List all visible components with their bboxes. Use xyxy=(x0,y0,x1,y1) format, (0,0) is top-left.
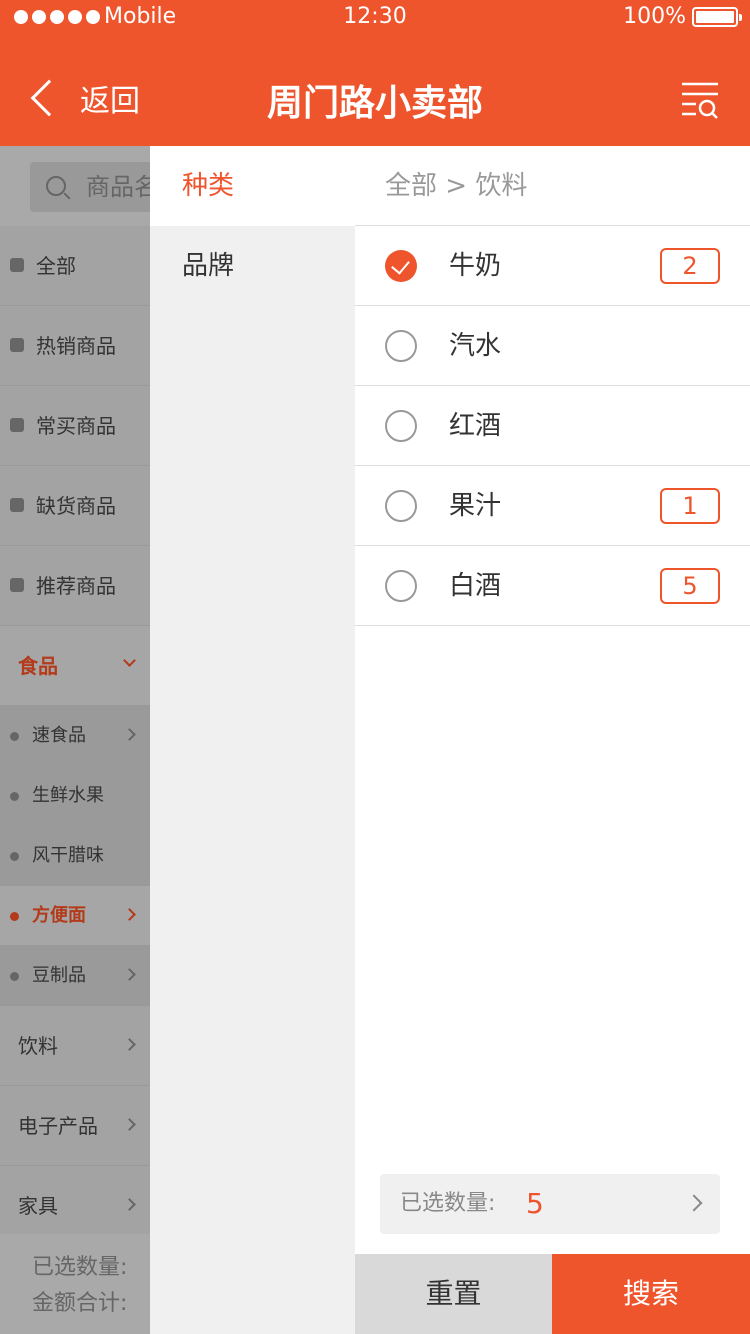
grid-icon xyxy=(10,258,24,272)
selected-count-label: 已选数量: xyxy=(32,1255,128,1280)
sidebar-item-label: 常买商品 xyxy=(36,414,116,438)
sidebar-item-label: 推荐商品 xyxy=(36,574,116,598)
search-button[interactable]: 搜索 xyxy=(552,1254,750,1334)
sidebar-group-food: 食品 xyxy=(0,626,150,706)
option-label: 白酒 xyxy=(449,571,502,601)
option-label: 汽水 xyxy=(449,331,502,361)
selected-count-value: 5 xyxy=(526,1187,544,1220)
sidebar-subitem: 生鲜水果 xyxy=(0,766,150,826)
chevron-right-icon xyxy=(123,968,136,981)
sidebar-item-electronics: 电子产品 xyxy=(0,1086,150,1166)
sidebar-item-frequent: 常买商品 xyxy=(0,386,150,466)
flame-icon xyxy=(10,338,24,352)
unchecked-circle-icon[interactable] xyxy=(385,570,417,602)
sidebar-item-label: 家具 xyxy=(18,1194,58,1218)
sidebar-item-label: 热销商品 xyxy=(36,334,116,358)
quantity-badge: 5 xyxy=(660,568,720,604)
battery-icon xyxy=(692,6,742,27)
unchecked-circle-icon[interactable] xyxy=(385,490,417,522)
battery-percent: 100% xyxy=(623,4,686,29)
checked-circle-icon[interactable] xyxy=(385,250,417,282)
option-milk[interactable]: 牛奶 2 xyxy=(355,226,750,306)
chevron-right-icon xyxy=(123,728,136,741)
selected-count-label: 已选数量: xyxy=(400,1191,496,1216)
bullet-icon xyxy=(10,972,19,981)
sidebar-item-label: 饮料 xyxy=(18,1034,58,1058)
filter-drawer: 种类 品牌 全部 > 饮料 牛奶 2 汽水 红酒 果汁 1 白酒 5 已选数量: xyxy=(150,146,750,1334)
sidebar-item-drinks: 饮料 xyxy=(0,1006,150,1086)
option-red-wine[interactable]: 红酒 xyxy=(355,386,750,466)
unchecked-circle-icon[interactable] xyxy=(385,330,417,362)
sidebar-subitem: 豆制品 xyxy=(0,946,150,1006)
tab-brand[interactable]: 品牌 xyxy=(150,226,355,306)
filter-tabs: 种类 品牌 xyxy=(150,146,355,1334)
search-input: 商品名 xyxy=(30,162,150,212)
filter-search-icon[interactable] xyxy=(680,80,720,120)
sidebar-subitem-active: 方便面 xyxy=(0,886,150,946)
option-soda[interactable]: 汽水 xyxy=(355,306,750,386)
sidebar-item-out-of-stock: 缺货商品 xyxy=(0,466,150,546)
chevron-right-icon xyxy=(123,1198,136,1211)
unchecked-circle-icon[interactable] xyxy=(385,410,417,442)
chevron-down-icon xyxy=(123,654,136,667)
search-placeholder: 商品名 xyxy=(86,173,150,201)
navigation-bar: 返回 周门路小卖部 xyxy=(0,50,750,146)
chevron-right-icon xyxy=(123,908,136,921)
chevron-right-icon xyxy=(685,1194,703,1212)
filter-options-panel: 全部 > 饮料 牛奶 2 汽水 红酒 果汁 1 白酒 5 已选数量: 5 xyxy=(355,146,750,1334)
status-bar: Mobile 12:30 100% xyxy=(0,0,750,36)
tab-category[interactable]: 种类 xyxy=(150,146,355,226)
sidebar-group-label: 食品 xyxy=(18,654,58,678)
sidebar-item-all: 全部 xyxy=(0,226,150,306)
sidebar-subitem-label: 方便面 xyxy=(32,905,86,926)
option-label: 果汁 xyxy=(449,491,502,521)
reset-button[interactable]: 重置 xyxy=(355,1254,552,1334)
sidebar-subitem: 风干腊味 xyxy=(0,826,150,886)
selected-summary-button[interactable]: 已选数量: 5 xyxy=(380,1174,720,1234)
sidebar-subitem-label: 生鲜水果 xyxy=(32,785,104,806)
sidebar-item-label: 全部 xyxy=(36,254,76,278)
sidebar-item-label: 缺货商品 xyxy=(36,494,116,518)
option-juice[interactable]: 果汁 1 xyxy=(355,466,750,546)
box-icon xyxy=(10,498,24,512)
bullet-icon xyxy=(10,792,19,801)
chevron-right-icon xyxy=(123,1038,136,1051)
bullet-icon xyxy=(10,732,19,741)
sidebar-subitem-label: 豆制品 xyxy=(32,965,86,986)
option-label: 红酒 xyxy=(449,411,502,441)
background-overlay[interactable]: 商品名 全部 热销商品 常买商品 缺货商品 推荐商品 食品 速食品 生鲜水果 风… xyxy=(0,146,150,1334)
sidebar-item-recommended: 推荐商品 xyxy=(0,546,150,626)
breadcrumb: 全部 > 饮料 xyxy=(355,146,750,226)
total-amount-label: 金额合计: xyxy=(32,1291,128,1316)
sidebar-item-hot: 热销商品 xyxy=(0,306,150,386)
page-title: 周门路小卖部 xyxy=(266,83,483,124)
battery-status: 100% xyxy=(623,4,742,29)
thumbs-up-icon xyxy=(10,578,24,592)
cart-summary: 已选数量: 金额合计: xyxy=(0,1234,150,1334)
bullet-icon xyxy=(10,912,19,921)
search-icon xyxy=(46,176,66,196)
quantity-badge: 1 xyxy=(660,488,720,524)
quantity-badge: 2 xyxy=(660,248,720,284)
sidebar-subitem-label: 速食品 xyxy=(32,725,86,746)
bullet-icon xyxy=(10,852,19,861)
option-liquor[interactable]: 白酒 5 xyxy=(355,546,750,626)
heart-icon xyxy=(10,418,24,432)
chevron-right-icon xyxy=(123,1118,136,1131)
option-label: 牛奶 xyxy=(449,251,502,281)
sidebar-subitem-label: 风干腊味 xyxy=(32,845,104,866)
sidebar-item-label: 电子产品 xyxy=(18,1114,98,1138)
category-sidebar: 全部 热销商品 常买商品 缺货商品 推荐商品 食品 速食品 生鲜水果 风干腊味 … xyxy=(0,226,150,1246)
top-bar: Mobile 12:30 100% 返回 周门路小卖部 xyxy=(0,0,750,146)
sidebar-subitem: 速食品 xyxy=(0,706,150,766)
